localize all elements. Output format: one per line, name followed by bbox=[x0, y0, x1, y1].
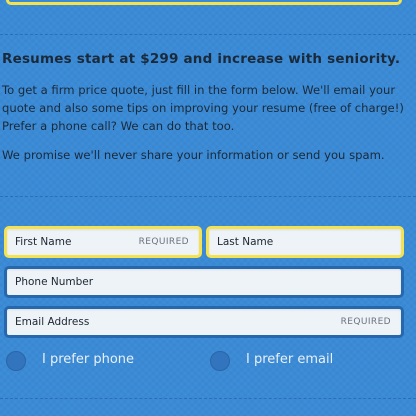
pricing-headline: Resumes start at $299 and increase with … bbox=[2, 51, 401, 67]
section-divider bbox=[0, 398, 416, 399]
intro-line-1: To get a firm price quote, just fill in … bbox=[2, 83, 396, 97]
section-divider bbox=[0, 196, 416, 197]
email-address-label: Email Address bbox=[15, 316, 90, 328]
prefer-email-radio[interactable] bbox=[210, 351, 230, 371]
email-address-field[interactable]: Email Address REQUIRED bbox=[4, 306, 404, 338]
intro-line-2: quote and also some tips on improving yo… bbox=[2, 101, 404, 115]
section-divider bbox=[0, 34, 416, 35]
last-name-label: Last Name bbox=[217, 236, 274, 248]
last-name-field[interactable]: Last Name bbox=[206, 226, 404, 258]
previous-section-box bbox=[6, 0, 402, 5]
prefer-phone-radio[interactable] bbox=[6, 351, 26, 371]
prefer-email-label[interactable]: I prefer email bbox=[246, 352, 333, 367]
phone-number-field[interactable]: Phone Number bbox=[4, 266, 404, 298]
email-required-tag: REQUIRED bbox=[340, 317, 391, 327]
first-name-label: First Name bbox=[15, 236, 72, 248]
first-name-field[interactable]: First Name REQUIRED bbox=[4, 226, 202, 258]
intro-line-3: Prefer a phone call? We can do that too. bbox=[2, 119, 235, 133]
privacy-note: We promise we'll never share your inform… bbox=[2, 148, 385, 162]
prefer-phone-label[interactable]: I prefer phone bbox=[42, 352, 134, 367]
first-name-required-tag: REQUIRED bbox=[138, 237, 189, 247]
phone-number-label: Phone Number bbox=[15, 276, 94, 288]
